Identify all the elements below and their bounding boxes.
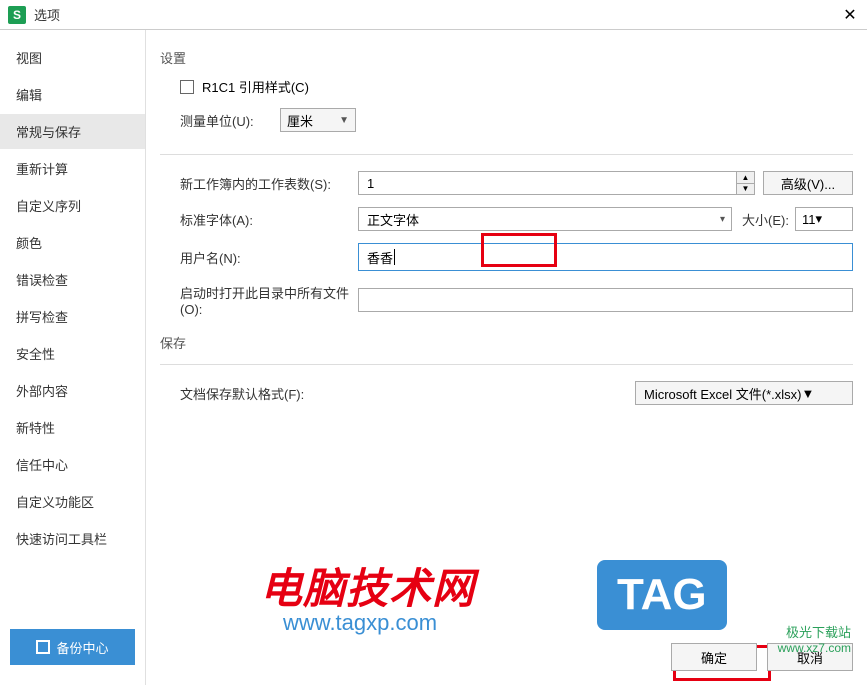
font-value: 正文字体	[367, 210, 419, 229]
sidebar-item-customize-ribbon[interactable]: 自定义功能区	[0, 484, 145, 519]
format-select[interactable]: Microsoft Excel 文件(*.xlsx) ▼	[635, 381, 853, 405]
chevron-down-icon: ▼	[801, 386, 814, 401]
unit-select[interactable]: 厘米 ▼	[280, 108, 356, 132]
content-pane: 设置 R1C1 引用样式(C) 测量单位(U): 厘米 ▼ 新工作簿内的工作表数…	[146, 30, 867, 685]
spin-down-icon[interactable]: ▼	[737, 184, 754, 195]
sidebar-item-new-features[interactable]: 新特性	[0, 410, 145, 445]
size-value: 11	[802, 212, 816, 227]
sidebar-item-security[interactable]: 安全性	[0, 336, 145, 371]
spin-up-icon[interactable]: ▲	[737, 172, 754, 184]
sidebar-item-custom-lists[interactable]: 自定义序列	[0, 188, 145, 223]
sidebar-item-external-content[interactable]: 外部内容	[0, 373, 145, 408]
username-value: 香香	[367, 248, 393, 267]
cancel-button[interactable]: 取消	[767, 643, 853, 671]
dialog-footer: 确定 取消	[671, 643, 853, 671]
sidebar-item-error-check[interactable]: 错误检查	[0, 262, 145, 297]
sheets-label: 新工作簿内的工作表数(S):	[180, 174, 358, 193]
sidebar-item-color[interactable]: 颜色	[0, 225, 145, 260]
backup-label: 备份中心	[56, 638, 108, 657]
save-section-label: 保存	[160, 333, 853, 352]
font-select[interactable]: 正文字体 ▾	[358, 207, 732, 231]
username-input[interactable]: 香香	[358, 243, 853, 271]
close-button[interactable]: ✕	[839, 4, 861, 26]
font-label: 标准字体(A):	[180, 210, 358, 229]
sidebar-item-recalc[interactable]: 重新计算	[0, 151, 145, 186]
format-value: Microsoft Excel 文件(*.xlsx)	[644, 384, 801, 403]
ok-button[interactable]: 确定	[671, 643, 757, 671]
backup-center-button[interactable]: 备份中心	[10, 629, 135, 665]
r1c1-label: R1C1 引用样式(C)	[202, 77, 309, 96]
size-label: 大小(E):	[742, 210, 789, 229]
backup-icon	[36, 640, 50, 654]
chevron-down-icon: ▼	[339, 115, 349, 126]
r1c1-checkbox[interactable]	[180, 80, 194, 94]
window-title: 选项	[34, 5, 60, 24]
titlebar: S 选项 ✕	[0, 0, 867, 30]
sidebar: 视图 编辑 常规与保存 重新计算 自定义序列 颜色 错误检查 拼写检查 安全性 …	[0, 30, 146, 685]
app-icon: S	[8, 6, 26, 24]
startup-dir-label: 启动时打开此目录中所有文件(O):	[180, 283, 358, 317]
settings-section-label: 设置	[160, 48, 853, 67]
unit-value: 厘米	[287, 111, 313, 130]
sidebar-item-view[interactable]: 视图	[0, 40, 145, 75]
sidebar-item-trust-center[interactable]: 信任中心	[0, 447, 145, 482]
chevron-down-icon: ▾	[816, 211, 823, 227]
sidebar-item-edit[interactable]: 编辑	[0, 77, 145, 112]
divider	[160, 154, 853, 155]
divider	[160, 364, 853, 365]
size-select[interactable]: 11 ▾	[795, 207, 853, 231]
sheets-value: 1	[367, 176, 374, 191]
sheets-spinner[interactable]: 1 ▲ ▼	[358, 171, 755, 195]
sidebar-item-quick-access[interactable]: 快速访问工具栏	[0, 521, 145, 556]
chevron-down-icon: ▾	[720, 214, 725, 225]
format-label: 文档保存默认格式(F):	[180, 384, 358, 403]
sidebar-item-general-save[interactable]: 常规与保存	[0, 114, 145, 149]
username-label: 用户名(N):	[180, 248, 358, 267]
sidebar-item-spell-check[interactable]: 拼写检查	[0, 299, 145, 334]
startup-dir-input[interactable]	[358, 288, 853, 312]
unit-label: 测量单位(U):	[180, 111, 280, 130]
advanced-button[interactable]: 高级(V)...	[763, 171, 853, 195]
